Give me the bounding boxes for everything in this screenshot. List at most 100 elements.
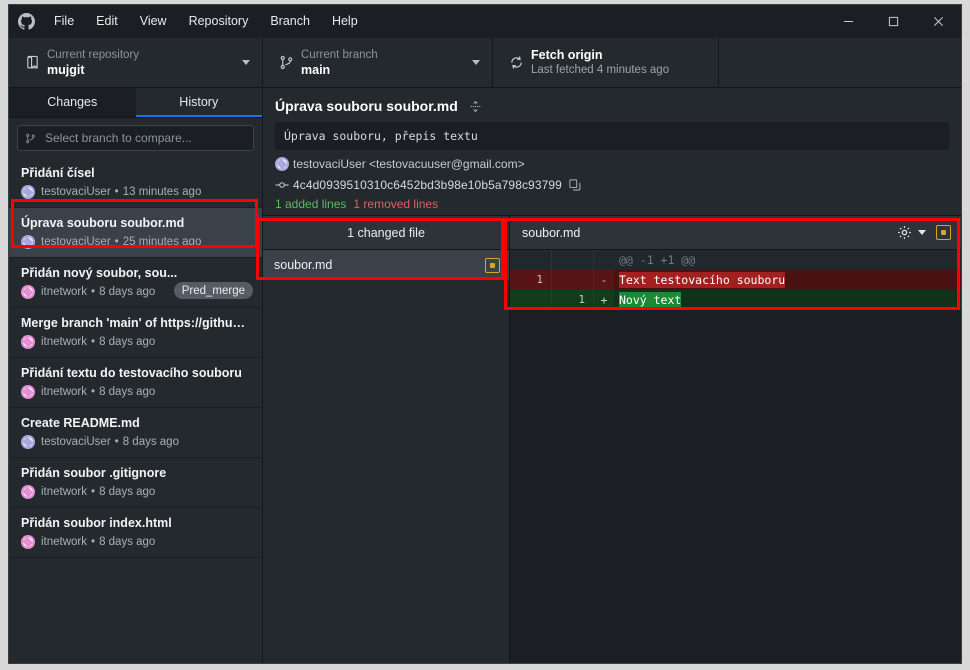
meta-separator: • (114, 186, 119, 198)
list-item[interactable]: Create README.md testovaciUser • 8 days … (9, 408, 262, 458)
branch-compare-placeholder: Select branch to compare... (45, 131, 192, 145)
diff-new-line-number (552, 250, 594, 270)
main-panel: Úprava souboru soubor.md Úprava souboru,… (263, 88, 961, 663)
commit-list[interactable]: Přidání čísel testovaciUser • 13 minutes… (9, 158, 262, 663)
list-item[interactable]: Přidán soubor .gitignore itnetwork • 8 d… (9, 458, 262, 508)
expand-icon[interactable] (468, 98, 484, 114)
commit-hash-row: 4c4d0939510310c6452bd3b98e10b5a798c93799 (275, 178, 949, 192)
commit-time: 8 days ago (122, 436, 179, 448)
commit-title: Přidán soubor index.html (21, 516, 172, 530)
title-bar: File Edit View Repository Branch Help (9, 5, 961, 38)
commit-title: Přidání textu do testovacího souboru (21, 366, 242, 380)
commit-summary-title-row: Úprava souboru soubor.md (275, 98, 949, 114)
diff-hunk-header: @@ -1 +1 @@ (619, 253, 696, 267)
commit-meta: testovaciUser • 8 days ago (21, 435, 252, 449)
avatar (21, 235, 35, 249)
commit-title: Přidán soubor .gitignore (21, 466, 167, 480)
commit-title: Merge branch 'main' of https://github...… (21, 316, 252, 330)
list-item[interactable]: Přidán nový soubor, sou... itnetwork • 8… (9, 258, 262, 308)
commit-time: 8 days ago (99, 286, 156, 298)
list-item[interactable]: soubor.md (263, 250, 509, 280)
meta-separator: • (91, 336, 96, 348)
diff-old-line-number (510, 290, 552, 310)
commit-meta: testovaciUser • 25 minutes ago (21, 235, 252, 249)
current-branch-label: Current branch (301, 48, 378, 61)
diff-old-line-number (510, 250, 552, 270)
commit-time: 25 minutes ago (122, 236, 202, 248)
fetch-origin-button[interactable]: Fetch origin Last fetched 4 minutes ago (493, 38, 719, 87)
commit-meta: itnetwork • 8 days ago (21, 385, 252, 399)
gear-icon[interactable] (896, 224, 913, 241)
maximize-button[interactable] (871, 5, 916, 38)
window-controls (826, 5, 961, 38)
file-name: soubor.md (274, 258, 333, 272)
list-item[interactable]: Přidání textu do testovacího souboru itn… (9, 358, 262, 408)
detail-panes: 1 changed file soubor.md soubor.md @@ -1… (263, 216, 961, 663)
chevron-down-icon (472, 60, 480, 65)
diff-file-name: soubor.md (522, 225, 581, 240)
menu-item-edit[interactable]: Edit (85, 5, 129, 38)
commit-meta: testovaciUser • 13 minutes ago (21, 185, 252, 199)
commit-description: Úprava souboru, přepis textu (275, 122, 949, 150)
close-button[interactable] (916, 5, 961, 38)
tab-history[interactable]: History (135, 88, 262, 117)
commit-title: Přidán nový soubor, sou... (21, 266, 178, 280)
list-item[interactable]: Přidání čísel testovaciUser • 13 minutes… (9, 158, 262, 208)
commit-time: 8 days ago (99, 336, 156, 348)
meta-separator: • (91, 386, 96, 398)
diff-line-text: Text testovacího souboru (619, 272, 786, 288)
avatar (275, 157, 293, 171)
minimize-button[interactable] (826, 5, 871, 38)
menu-item-view[interactable]: View (129, 5, 178, 38)
menu-item-branch[interactable]: Branch (259, 5, 321, 38)
commit-author: testovaciUser (41, 436, 111, 448)
menu-item-file[interactable]: File (43, 5, 85, 38)
github-desktop-window: File Edit View Repository Branch Help Cu… (8, 4, 962, 664)
current-repository-label: Current repository (47, 48, 140, 61)
commit-author: itnetwork (41, 486, 88, 498)
commit-author: itnetwork (41, 536, 88, 548)
current-repository-selector[interactable]: Current repository mujgit (9, 38, 263, 87)
list-item[interactable]: Úprava souboru soubor.md testovaciUser •… (9, 208, 262, 258)
commit-author: itnetwork (41, 386, 88, 398)
diff-pane: soubor.md @@ -1 +1 @@ 1 - Text testovací… (510, 216, 961, 663)
commit-meta: itnetwork • 8 days ago (21, 335, 252, 349)
branch-icon (275, 55, 297, 70)
toolbar-empty-area (719, 38, 961, 87)
diff-new-line-number: 1 (552, 290, 594, 310)
commit-author: testovaciUser (41, 236, 111, 248)
diff-line-hunk: @@ -1 +1 @@ (510, 250, 961, 270)
fetch-origin-subtitle: Last fetched 4 minutes ago (531, 64, 670, 76)
meta-separator: • (91, 536, 96, 548)
current-branch-value: main (301, 62, 331, 77)
diff-old-line-number: 1 (510, 270, 552, 290)
avatar (21, 335, 35, 349)
tab-changes[interactable]: Changes (9, 88, 136, 117)
avatar (21, 535, 35, 549)
list-item[interactable]: Přidán soubor index.html itnetwork • 8 d… (9, 508, 262, 558)
commit-author: testovaciUser (41, 186, 111, 198)
chevron-down-icon[interactable] (918, 230, 926, 235)
diff-line-removed: 1 - Text testovacího souboru (510, 270, 961, 290)
commit-title: Create README.md (21, 416, 140, 430)
menu-item-repository[interactable]: Repository (178, 5, 260, 38)
commit-title: Úprava souboru soubor.md (21, 216, 185, 230)
repository-icon (21, 55, 43, 70)
menu-item-help[interactable]: Help (321, 5, 369, 38)
meta-separator: • (91, 486, 96, 498)
page-title: Úprava souboru soubor.md (275, 98, 458, 114)
main-toolbar: Current repository mujgit Current branch… (9, 38, 961, 88)
current-branch-selector[interactable]: Current branch main (263, 38, 493, 87)
commit-hash: 4c4d0939510310c6452bd3b98e10b5a798c93799 (293, 178, 562, 192)
diff-header: soubor.md (510, 216, 961, 250)
commit-time: 8 days ago (99, 536, 156, 548)
diff-body[interactable]: @@ -1 +1 @@ 1 - Text testovacího souboru… (510, 250, 961, 663)
added-lines-label: 1 added lines (275, 197, 347, 211)
avatar (21, 435, 35, 449)
branch-compare-input[interactable]: Select branch to compare... (17, 125, 254, 151)
copy-icon[interactable] (569, 178, 583, 192)
changed-files-header: 1 changed file (263, 216, 509, 250)
list-item[interactable]: Merge branch 'main' of https://github...… (9, 308, 262, 358)
commit-summary: Úprava souboru soubor.md Úprava souboru,… (263, 88, 961, 222)
diff-line-added: 1 + Nový text (510, 290, 961, 310)
